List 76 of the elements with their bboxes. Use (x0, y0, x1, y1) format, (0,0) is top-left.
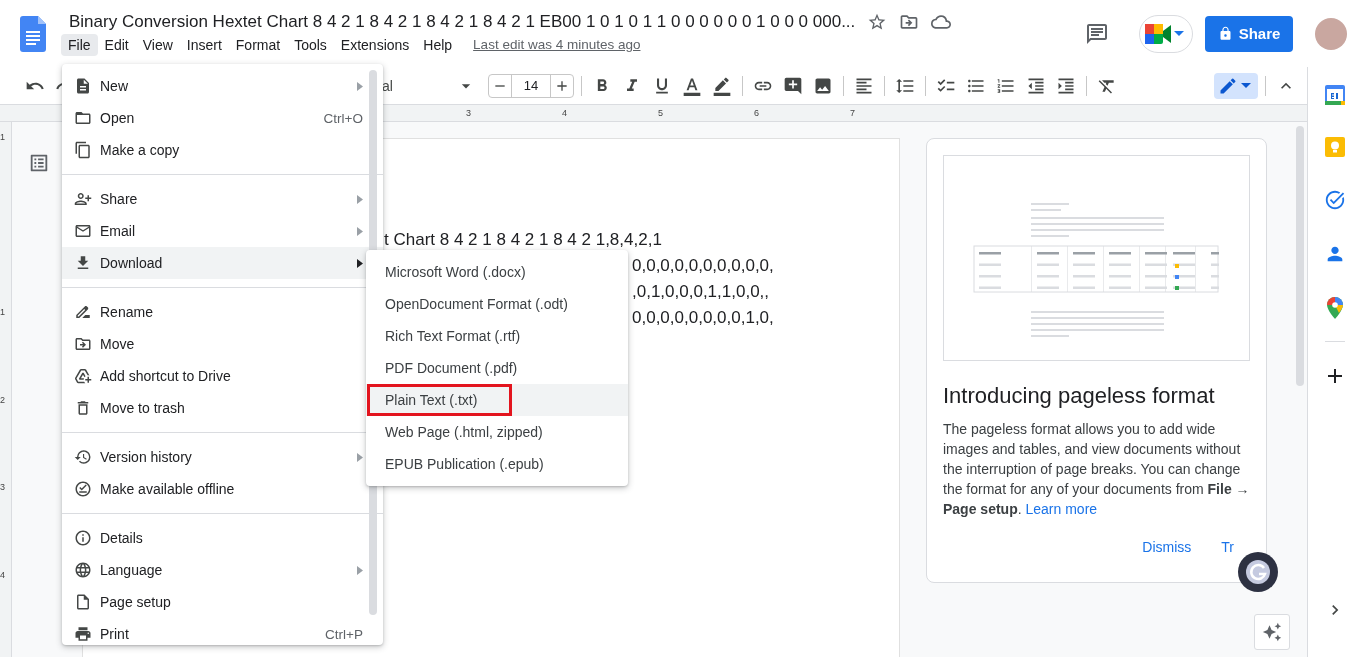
menu-item[interactable]: PDF Document (.pdf) (366, 352, 628, 384)
ruler-number: 7 (850, 108, 856, 118)
menu-item[interactable]: Open Ctrl+O (62, 102, 383, 134)
ruler-number: 2 (0, 394, 5, 405)
menu-tab[interactable]: Format (228, 33, 288, 56)
menu-tab[interactable]: Extensions (333, 33, 417, 56)
menu-item[interactable]: Rich Text Format (.rtf) (366, 320, 628, 352)
rename-icon (74, 303, 92, 321)
add-person-icon (74, 190, 92, 208)
explore-button[interactable] (1254, 614, 1290, 650)
mail-icon (74, 222, 92, 240)
menu-tab[interactable]: Edit (97, 33, 136, 56)
menu-item[interactable]: Details (62, 522, 383, 554)
learn-more-link[interactable]: Learn more (1025, 501, 1098, 517)
offline-icon (74, 480, 92, 498)
ruler-number: 3 (0, 482, 5, 492)
promo-description: The pageless format allows you to add wide images and tables, and view documents without the interruption of page breaks. You can change the format for any of your documents from File → Page setup. Learn more (943, 420, 1250, 519)
grammar-assistant-button[interactable] (1238, 552, 1278, 592)
letter-g-icon (1245, 559, 1271, 585)
menu-item[interactable]: Share (62, 183, 383, 215)
menu-tab[interactable]: View (135, 33, 180, 56)
menu-tab[interactable]: Insert (179, 33, 229, 56)
menu-item[interactable]: Language (62, 554, 383, 586)
promo-action-button[interactable]: Dismiss (1142, 535, 1192, 559)
menu-item[interactable]: Make a copy (62, 134, 383, 166)
docs-logo[interactable] (20, 15, 46, 52)
move-folder-icon (74, 335, 92, 353)
ruler-number: 5 (658, 108, 664, 118)
drive-shortcut-icon (74, 367, 92, 385)
document-icon (74, 77, 92, 95)
page-icon (74, 593, 92, 611)
document-title[interactable]: Binary Conversion Hextet Chart 8 4 2 1 8 4 2 1 8 4 2 1 8 4 2 1 EB00 1 0 1 0 1 1 0 0 0 0 0 0 1 0 0 0 000... (69, 11, 856, 32)
video-camera-icon (1145, 23, 1171, 44)
menu-tab[interactable]: Help (416, 33, 460, 56)
ruler-number: 4 (0, 569, 5, 580)
menu-item[interactable]: OpenDocument Format (.odt) (366, 288, 628, 320)
ruler-number: 6 (754, 108, 760, 118)
menu-tab[interactable]: File (61, 33, 98, 56)
ruler-number: 4 (562, 108, 568, 118)
menu-item[interactable]: Page setup (62, 586, 383, 618)
editing-mode-button[interactable] (1214, 72, 1258, 99)
info-icon (74, 529, 92, 547)
promo-action-button[interactable]: Tr (1221, 535, 1234, 559)
menu-item[interactable]: Web Page (.html, zipped) (366, 416, 628, 448)
last-edit-link[interactable]: Last edit was 4 minutes ago (473, 37, 641, 52)
share-button[interactable]: Share (1205, 15, 1293, 52)
caret-icon (1241, 83, 1251, 88)
document-text: 0,0,0,0,0,0,0,0,1,0, (632, 308, 774, 327)
scrollbar-thumb[interactable] (1296, 126, 1304, 386)
pencil-icon (1218, 75, 1238, 96)
ruler-number: 1 (0, 307, 5, 317)
menu-item[interactable]: Download (62, 247, 383, 279)
font-dropdown[interactable]: al (382, 77, 452, 94)
document-text: 0,0,0,0,0,0,0,0,0,0, (632, 256, 774, 275)
menu-item[interactable]: Plain Text (.txt) (366, 384, 628, 416)
document-text: t Chart 8 4 2 1 8 4 2 1 8 4 2 1,8,4,2,1 (384, 230, 662, 249)
globe-icon (74, 561, 92, 579)
task-check-icon[interactable] (1323, 189, 1346, 211)
print-icon (74, 625, 92, 643)
folder-icon (74, 109, 92, 127)
caret-icon (1174, 31, 1184, 36)
menu-tab[interactable]: Tools (287, 33, 334, 56)
menu-item[interactable]: Print Ctrl+P (62, 618, 383, 645)
copy-icon (74, 141, 92, 159)
document-text: ,0,1,0,0,0,1,1,0,0,, (632, 282, 770, 301)
history-icon (74, 448, 92, 466)
calendar-icon[interactable] (1324, 85, 1345, 105)
menu-item[interactable]: Email (62, 215, 383, 247)
outline-icon[interactable] (28, 152, 50, 174)
comment-icon[interactable] (1085, 21, 1109, 46)
ruler-number: 3 (466, 108, 472, 118)
ruler-number: 1 (0, 132, 5, 142)
menu-item[interactable]: New (62, 70, 383, 102)
map-pin-icon[interactable] (1326, 297, 1343, 319)
sparkle-icon (1262, 622, 1282, 642)
promo-title: Introducing pageless format (943, 383, 1216, 409)
